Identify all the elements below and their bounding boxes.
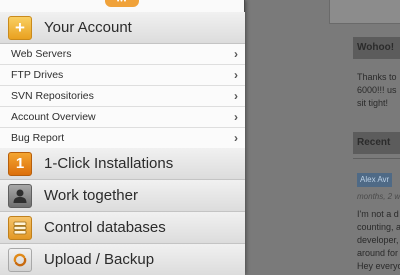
database-icon xyxy=(8,215,32,240)
menu-item-label: SVN Repositories xyxy=(11,90,94,102)
user-icon xyxy=(8,183,32,208)
background-text-line: around for xyxy=(357,248,399,258)
section-label: Work together xyxy=(44,187,138,204)
chevron-right-icon: › xyxy=(234,68,238,82)
background-text-line: sit tight! xyxy=(357,98,389,108)
background-top-card xyxy=(329,0,400,24)
menu-item-web-servers[interactable]: Web Servers › xyxy=(0,44,245,65)
section-work-together[interactable]: Work together xyxy=(0,180,245,212)
menu-item-account-overview[interactable]: Account Overview › xyxy=(0,107,245,128)
section-your-account[interactable]: + Your Account xyxy=(0,12,245,44)
background-text-line: developer, xyxy=(357,235,399,245)
background-recent-title: Recent xyxy=(353,132,400,154)
chevron-right-icon: › xyxy=(234,131,238,145)
section-label: Control databases xyxy=(44,219,166,236)
menu-pull-handle[interactable]: ••• xyxy=(105,0,139,7)
background-text-line: I'm not a d xyxy=(357,209,399,219)
background-text-line: 6000!!! us xyxy=(357,85,397,95)
section-label: Upload / Backup xyxy=(44,251,155,268)
section-label: 1-Click Installations xyxy=(44,155,174,172)
menu-item-label: Account Overview xyxy=(11,111,96,123)
sync-icon xyxy=(8,247,32,272)
section-one-click-installations[interactable]: 1 1-Click Installations xyxy=(0,148,245,180)
section-upload-backup[interactable]: Upload / Backup xyxy=(0,244,245,275)
background-text-line: Hey everyo xyxy=(357,261,400,271)
menu-item-label: Web Servers xyxy=(11,48,72,60)
chevron-right-icon: › xyxy=(234,47,238,61)
chevron-right-icon: › xyxy=(234,110,238,124)
background-meta: months, 2 w xyxy=(357,192,400,201)
background-card-title: Wohoo! xyxy=(353,37,400,59)
one-click-icon: 1 xyxy=(8,151,32,176)
side-menu: ••• + Your Account Web Servers › FTP Dri… xyxy=(0,0,245,275)
background-author-tag: Alex Avr xyxy=(357,173,393,187)
chevron-right-icon: › xyxy=(234,89,238,103)
section-label: Your Account xyxy=(44,19,132,36)
menu-item-ftp-drives[interactable]: FTP Drives › xyxy=(0,65,245,86)
menu-item-bug-report[interactable]: Bug Report › xyxy=(0,128,245,149)
section-control-databases[interactable]: Control databases xyxy=(0,212,245,244)
background-text-line: counting, a xyxy=(357,222,400,232)
menu-item-svn-repositories[interactable]: SVN Repositories › xyxy=(0,86,245,107)
background-divider xyxy=(353,158,400,159)
plus-icon: + xyxy=(8,15,32,40)
background-page: Wohoo! Thanks to 6000!!! us sit tight! R… xyxy=(245,0,400,275)
menu-item-label: Bug Report xyxy=(11,132,65,144)
menu-item-label: FTP Drives xyxy=(11,69,64,81)
background-text-line: Thanks to xyxy=(357,72,397,82)
